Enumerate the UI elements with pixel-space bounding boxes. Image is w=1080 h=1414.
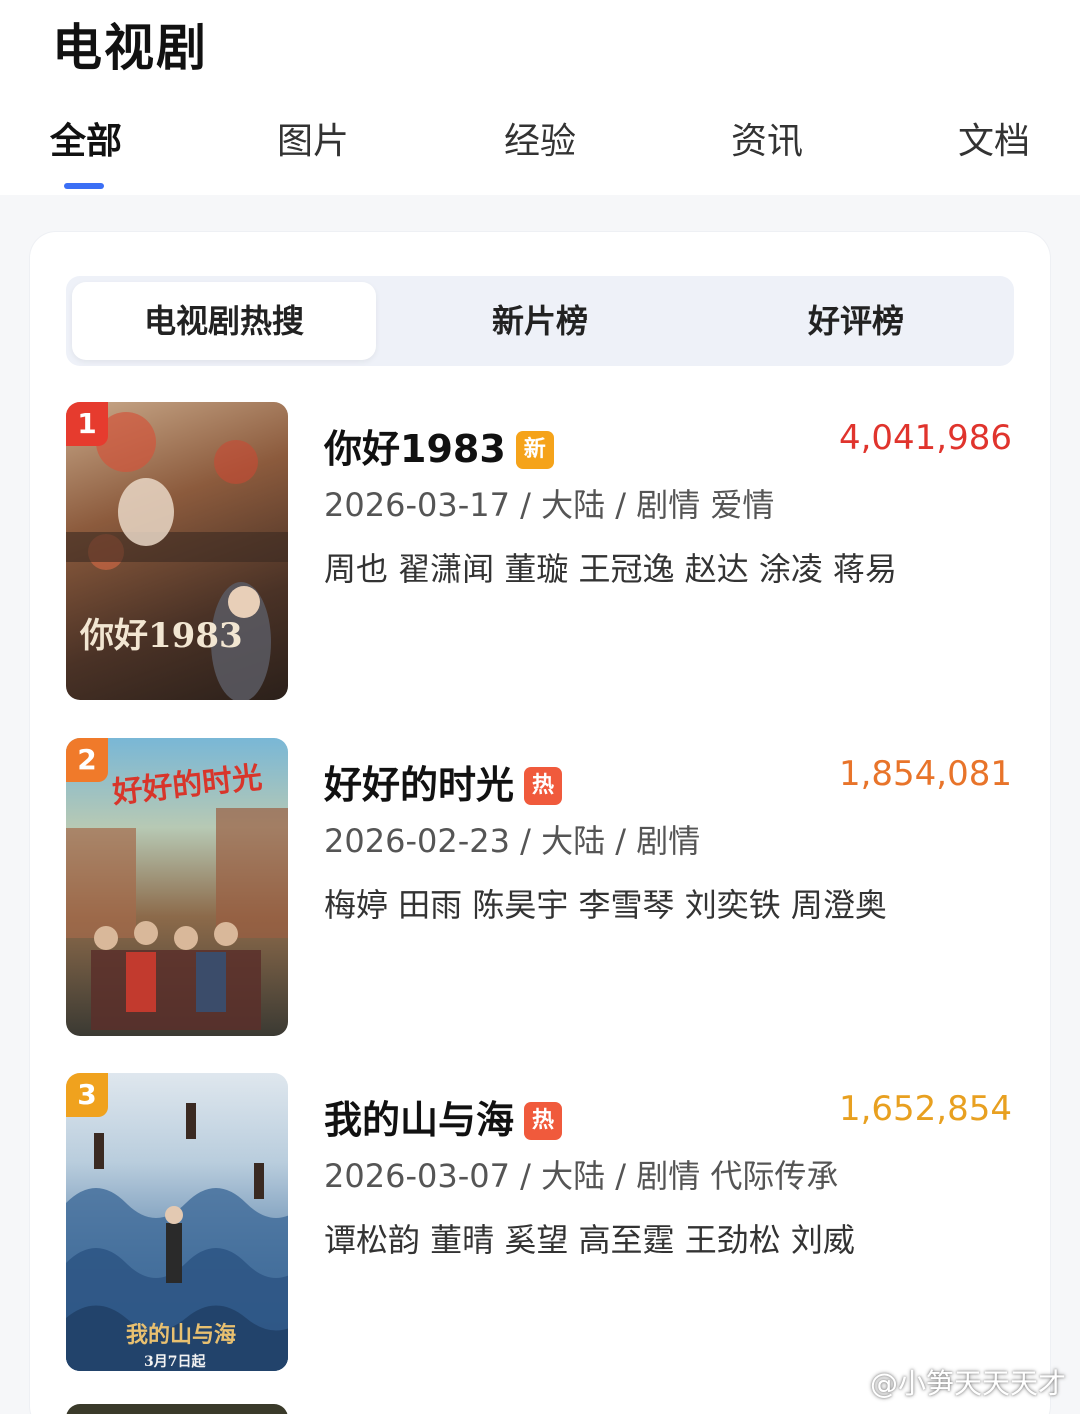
next-poster-peek	[66, 1404, 288, 1414]
rank-badge: 3	[66, 1073, 108, 1117]
tab-all[interactable]: 全部	[50, 112, 122, 164]
tab-news[interactable]: 资讯	[731, 112, 803, 164]
hot-badge: 热	[524, 1102, 563, 1140]
tab-documents[interactable]: 文档	[958, 112, 1030, 164]
poster-date-text: 3月7日起	[144, 1354, 206, 1370]
list-item[interactable]: 1 你好1983 你好1983 新 4,041,986 2026-03-17 / …	[0, 402, 1080, 702]
poster-title-text: 你好1983	[80, 616, 243, 656]
active-tab-indicator	[64, 183, 104, 189]
show-cast: 周也 翟潇闻 董璇 王冠逸 赵达 涂凌 蒋易	[324, 550, 898, 588]
show-meta: 2026-03-07 / 大陆 / 剧情 代际传承	[324, 1157, 839, 1195]
tab-images[interactable]: 图片	[277, 112, 349, 164]
list-item[interactable]: 2 好好的时光 好好的时光热 1,854,081 2026-02-23 / 大陆…	[0, 738, 1080, 1038]
tab-experience[interactable]: 经验	[504, 112, 576, 164]
show-cast: 梅婷 田雨 陈昊宇 李雪琴 刘奕铁 周澄奥	[324, 886, 887, 924]
new-badge: 新	[515, 431, 554, 469]
show-title-text: 我的山与海	[324, 1098, 515, 1142]
page-title: 电视剧	[52, 19, 208, 77]
show-title-text: 好好的时光	[324, 763, 515, 807]
show-title[interactable]: 我的山与海热	[324, 1089, 563, 1144]
top-bar: 电视剧 全部 图片 经验 资讯 文档	[0, 0, 1080, 195]
show-meta: 2026-03-17 / 大陆 / 剧情 爱情	[324, 486, 775, 524]
hot-score: 1,854,081	[838, 754, 1012, 794]
show-title-text: 你好1983	[324, 427, 506, 471]
poster-image[interactable]: 1 你好1983	[66, 402, 288, 700]
list-item[interactable]: 3 我的山与海 3月7日起 我的山与海热 1,652,854 2026-03-0…	[0, 1073, 1080, 1373]
tab-bar: 全部 图片 经验 资讯 文档	[0, 112, 1080, 172]
hot-badge: 热	[524, 767, 563, 805]
poster-image[interactable]: 2 好好的时光	[66, 738, 288, 1036]
rank-badge: 1	[66, 402, 108, 446]
watermark-text: @小笋天天天才	[869, 1367, 1066, 1400]
show-title[interactable]: 好好的时光热	[324, 754, 563, 809]
show-cast: 谭松韵 董晴 奚望 高至霆 王劲松 刘威	[324, 1221, 855, 1259]
segment-tv-hot-search[interactable]: 电视剧热搜	[72, 282, 376, 360]
rank-badge: 2	[66, 738, 108, 782]
show-meta: 2026-02-23 / 大陆 / 剧情	[324, 822, 701, 860]
segment-top-rated[interactable]: 好评榜	[698, 276, 1014, 366]
poster-title-text: 我的山与海	[126, 1322, 237, 1348]
show-title[interactable]: 你好1983 新	[324, 418, 554, 473]
segment-new-releases[interactable]: 新片榜	[382, 276, 698, 366]
poster-image[interactable]: 3 我的山与海 3月7日起	[66, 1073, 288, 1371]
hot-score: 4,041,986	[838, 418, 1012, 458]
ranking-segment-control: 电视剧热搜 新片榜 好评榜	[66, 276, 1014, 366]
hot-score: 1,652,854	[838, 1089, 1012, 1129]
